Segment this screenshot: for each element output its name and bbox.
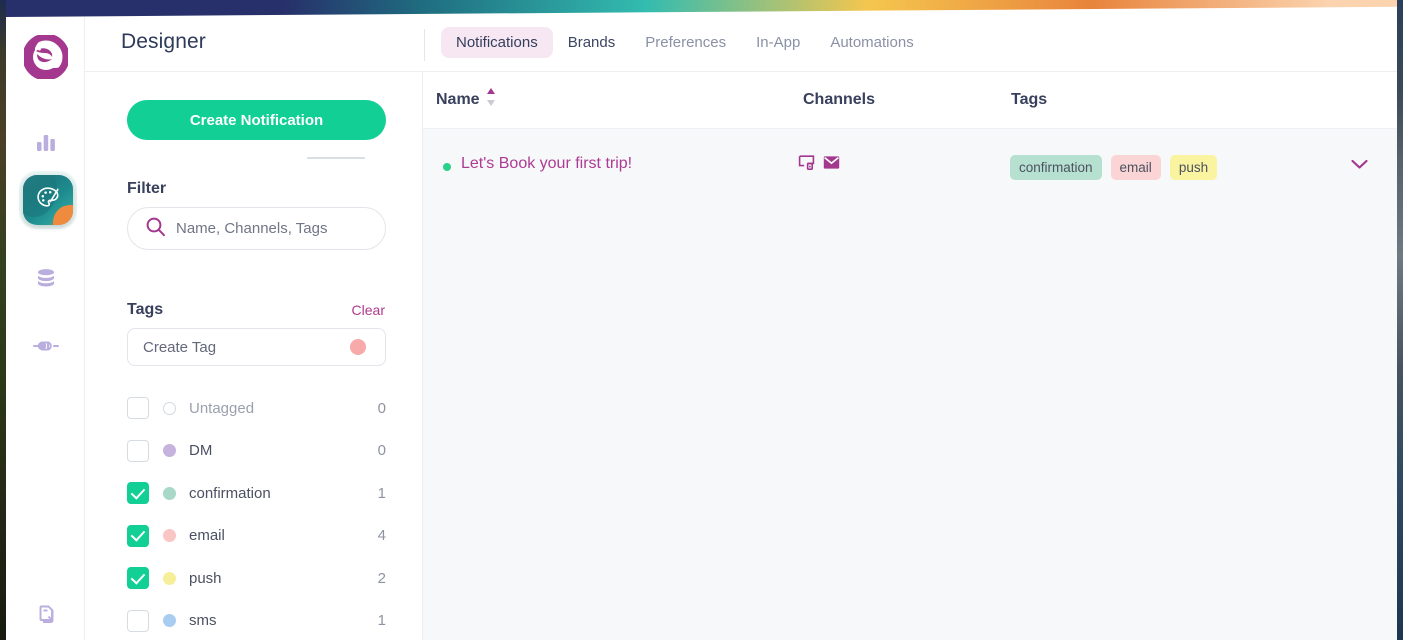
tag-filter-row-dm[interactable]: DM 0 <box>127 430 386 473</box>
tag-pill[interactable]: push <box>1169 155 1218 180</box>
app-header: Designer Notifications Brands Preference… <box>85 17 1397 72</box>
app-window: Designer Notifications Brands Preference… <box>6 0 1397 640</box>
create-tag-box[interactable] <box>127 328 386 366</box>
tag-color-dot <box>163 444 176 458</box>
database-icon <box>34 266 58 290</box>
tab-in-app[interactable]: In-App <box>741 27 815 58</box>
decorative-banner <box>6 0 1397 17</box>
tag-color-dot <box>163 401 176 415</box>
create-notification-button[interactable]: Create Notification <box>127 100 386 140</box>
tag-color-dot <box>163 529 176 543</box>
tag-label: sms <box>189 612 217 630</box>
notification-name[interactable]: Let's Book your first trip! <box>461 155 632 173</box>
tag-color-swatch[interactable] <box>350 339 366 355</box>
desktop-background-right <box>1397 0 1403 640</box>
panel-divider <box>307 157 365 159</box>
notifications-table: Name Channels Tags Let's Book your first… <box>423 72 1397 640</box>
tag-count: 1 <box>377 484 386 502</box>
tag-filter-row-sms[interactable]: sms 1 <box>127 600 386 640</box>
device-icon <box>798 154 815 176</box>
tag-color-dot <box>163 571 176 585</box>
row-tag-pills: confirmation email push <box>1010 155 1218 180</box>
tag-pill[interactable]: email <box>1110 155 1161 180</box>
tag-label: Untagged <box>189 399 255 417</box>
create-tag-input[interactable] <box>143 338 350 356</box>
tag-count: 0 <box>377 442 386 460</box>
status-badge <box>443 163 451 171</box>
page-title: Designer <box>121 30 206 53</box>
table-header: Name Channels Tags <box>423 72 1397 129</box>
filter-panel: Create Notification Filter Tags Clear Un… <box>85 72 423 640</box>
sidebar-item-analytics[interactable] <box>20 116 72 168</box>
sort-arrows-icon[interactable] <box>486 86 496 108</box>
tag-label: email <box>189 527 225 545</box>
tag-count: 2 <box>377 569 386 587</box>
tag-label: DM <box>189 442 213 460</box>
tag-color-dot <box>163 486 176 500</box>
envelope-icon <box>823 155 840 175</box>
table-body: Let's Book your first trip! confirmation… <box>423 129 1397 203</box>
tags-heading: Tags <box>127 301 164 318</box>
tag-filter-list: Untagged 0 DM 0 confirmation 1 email 4 p… <box>127 387 386 640</box>
column-header-channels[interactable]: Channels <box>803 91 875 109</box>
bar-chart-icon <box>34 130 58 154</box>
tab-brands[interactable]: Brands <box>553 27 631 58</box>
sidebar-item-data[interactable] <box>20 252 72 304</box>
chevron-down-icon[interactable] <box>1350 157 1369 175</box>
tag-label: push <box>189 569 222 587</box>
courier-logo-icon[interactable] <box>22 33 70 81</box>
tag-checkbox[interactable] <box>127 567 149 590</box>
tab-automations[interactable]: Automations <box>815 27 928 58</box>
tag-filter-row-confirmation[interactable]: confirmation 1 <box>127 472 386 515</box>
search-box[interactable] <box>127 207 386 250</box>
tag-count: 1 <box>377 612 386 630</box>
tag-filter-row-push[interactable]: push 2 <box>127 557 386 600</box>
tag-count: 4 <box>377 527 386 545</box>
tag-label: confirmation <box>189 484 271 502</box>
icon-rail <box>6 17 85 640</box>
tag-checkbox[interactable] <box>127 609 149 632</box>
sidebar-item-integrations[interactable] <box>20 320 72 372</box>
tag-pill[interactable]: confirmation <box>1010 155 1102 180</box>
tag-filter-row-untagged[interactable]: Untagged 0 <box>127 387 386 430</box>
header-divider <box>424 29 425 61</box>
tag-checkbox[interactable] <box>127 524 149 547</box>
sidebar-item-designer[interactable] <box>23 175 73 225</box>
table-row[interactable]: Let's Book your first trip! confirmation… <box>423 129 1397 203</box>
documents-icon <box>34 602 58 626</box>
clear-tags-link[interactable]: Clear <box>352 302 385 318</box>
tag-checkbox[interactable] <box>127 397 149 420</box>
tag-checkbox[interactable] <box>127 439 149 462</box>
plug-icon <box>32 336 60 356</box>
palette-icon <box>35 185 61 216</box>
search-icon <box>145 216 166 242</box>
column-header-name[interactable]: Name <box>436 91 480 109</box>
tab-bar: Notifications Brands Preferences In-App … <box>441 27 929 58</box>
tag-filter-row-email[interactable]: email 4 <box>127 515 386 558</box>
sidebar-item-logs[interactable] <box>20 588 72 640</box>
tab-preferences[interactable]: Preferences <box>630 27 741 58</box>
tab-notifications[interactable]: Notifications <box>441 27 553 58</box>
tag-color-dot <box>163 614 176 628</box>
tag-count: 0 <box>377 399 386 417</box>
search-input[interactable] <box>176 220 385 237</box>
filter-heading: Filter <box>127 180 167 197</box>
tag-checkbox[interactable] <box>127 482 149 505</box>
channel-icons <box>798 154 840 176</box>
column-header-tags[interactable]: Tags <box>1011 91 1047 109</box>
